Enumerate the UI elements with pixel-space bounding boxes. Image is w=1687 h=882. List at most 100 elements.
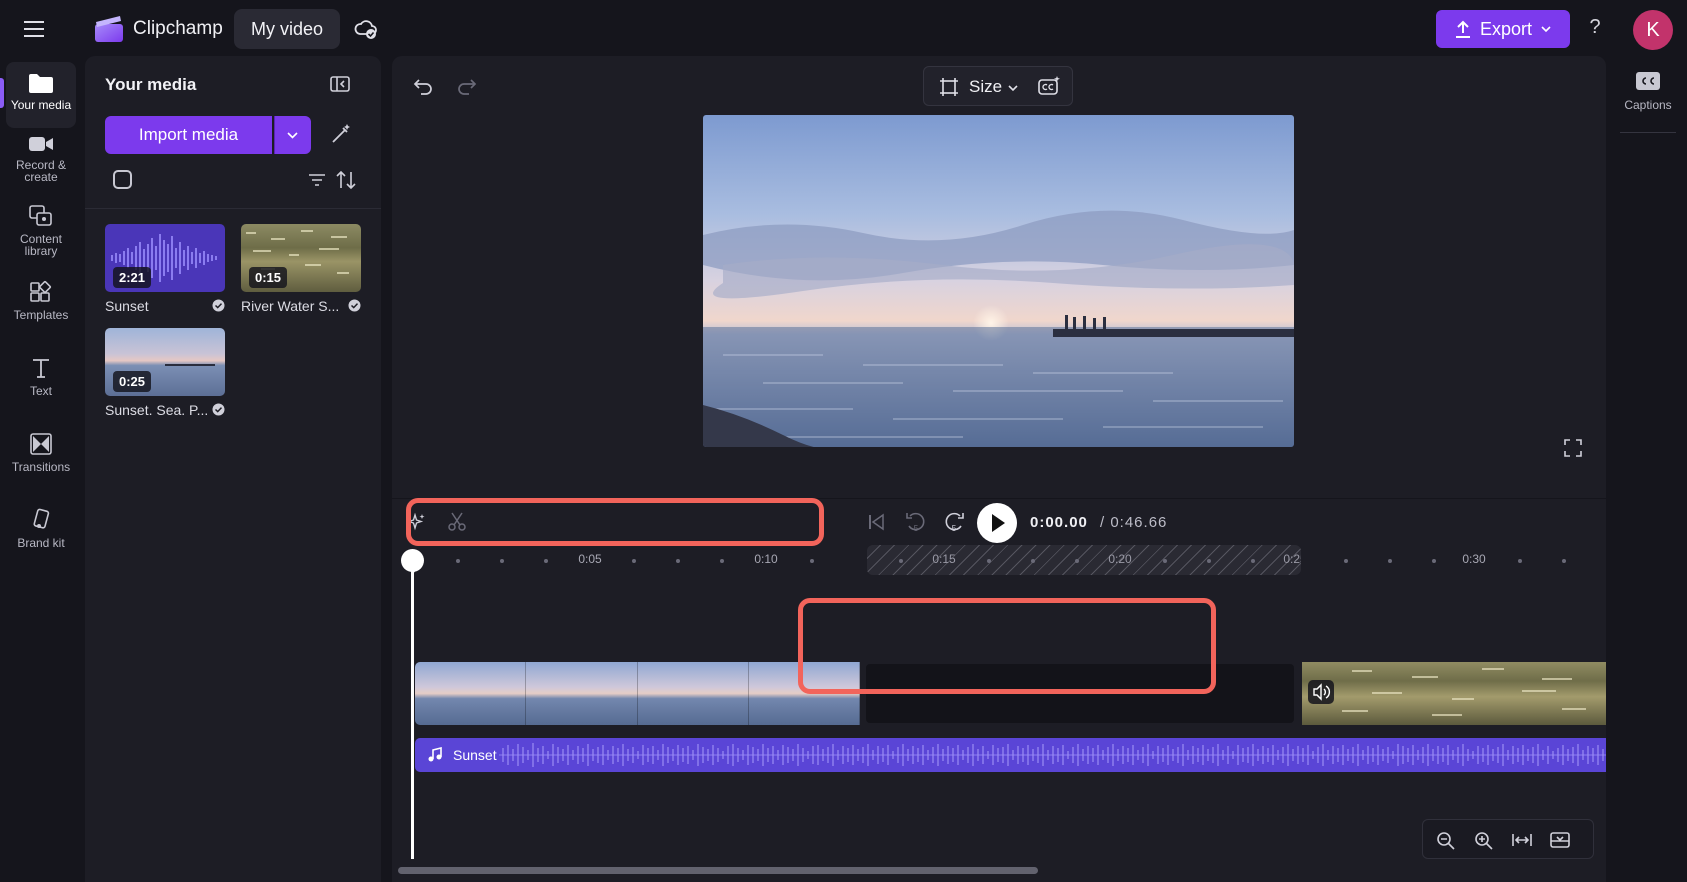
video-preview[interactable] [703,115,1294,447]
captions-button[interactable]: Captions [1622,70,1674,112]
rail-label: Brand kit [17,536,65,550]
text-icon [33,359,49,378]
fit-to-timeline-icon[interactable] [1511,830,1533,850]
rail-item-brand-kit[interactable]: Brand kit [6,508,76,549]
add-captions-icon[interactable] [1037,75,1061,97]
total-time: / 0:46.66 [1100,514,1168,531]
media-item-sunset-audio[interactable]: 2:21 Sunset [105,224,225,314]
tick [987,559,991,563]
playhead-line [411,559,414,859]
hamburger-menu-icon[interactable] [22,18,50,40]
audio-waveform [499,743,1606,767]
active-indicator [0,78,4,108]
chevron-down-icon [274,116,298,154]
check-circle-icon [348,299,361,312]
media-name: Sunset. Sea. P... [105,402,209,418]
video-clip-river-water[interactable] [1302,662,1606,725]
size-label: Size [969,77,1003,96]
svg-text:5: 5 [952,524,957,533]
top-bar: Clipchamp My video Export ? K [0,0,1687,58]
forward-5s-icon[interactable]: 5 [942,510,966,534]
help-icon[interactable]: ? [1586,16,1604,39]
import-dropdown-button[interactable] [274,116,311,154]
tick-label: 0:30 [1462,552,1486,566]
rail-label: Text [29,384,52,398]
rail-label: Transitions [11,460,71,474]
tick-label: 0:10 [754,552,778,566]
duration-badge: 0:15 [249,267,288,288]
video-title-field[interactable]: My video [234,9,341,49]
avatar[interactable]: K [1633,10,1673,50]
filter-icon[interactable] [307,172,327,188]
left-rail: Your media Record & create Content libra… [0,58,82,882]
play-icon [992,514,1005,532]
cloud-saved-icon[interactable] [353,16,379,42]
tick [899,559,903,563]
skip-to-start-icon[interactable] [866,512,886,532]
audio-thumbnail: 2:21 [105,224,225,292]
rail-item-templates[interactable]: Templates [6,280,76,321]
scissors-icon[interactable] [448,512,466,532]
audio-track-sunset[interactable]: Sunset [415,738,1606,772]
rail-item-text[interactable]: Text [6,356,76,397]
fullscreen-icon[interactable] [1564,439,1582,457]
clipchamp-logo-icon [93,15,125,43]
sort-icon[interactable] [335,169,357,191]
select-all-checkbox[interactable] [113,170,132,189]
rail-label: Templates [13,308,69,322]
size-button[interactable]: Size [969,77,1019,97]
import-media-button[interactable]: Import media [105,116,272,154]
rail-label: Content library [19,232,63,258]
tick [1518,559,1522,563]
redo-icon[interactable] [455,75,477,97]
rail-item-record-create[interactable]: Record & create [6,134,76,183]
tick [500,559,504,563]
size-toolbar: Size [923,66,1073,106]
media-panel: Your media Import media 2:21 Sunset 0:15… [85,56,381,882]
tick [1388,559,1392,563]
collapse-panel-icon[interactable] [329,74,351,94]
play-button[interactable] [977,503,1017,543]
upload-icon [1455,20,1470,38]
undo-icon[interactable] [413,75,435,97]
tick [1075,559,1079,563]
clip-frame [415,662,527,725]
tick-label: 0:05 [578,552,602,566]
rail-item-content-library[interactable]: Content library [6,204,76,257]
rail-item-transitions[interactable]: Transitions [6,432,76,473]
tick [720,559,724,563]
duration-badge: 0:25 [113,371,152,392]
check-circle-icon [212,299,225,312]
media-item-sunset-sea[interactable]: 0:25 Sunset. Sea. P... [105,328,225,418]
rail-item-your-media[interactable]: Your media [6,62,76,128]
ai-sparkle-icon[interactable] [407,512,427,532]
playhead-handle[interactable] [401,549,424,574]
zoom-out-icon[interactable] [1435,830,1457,850]
timeline: 5 5 0:00.00 / 0:46.66 0:05 0:10 0:30 0:1… [392,498,1606,882]
tick [632,559,636,563]
tick-label: 0:25 [1283,552,1301,566]
export-button[interactable]: Export [1436,10,1570,48]
timeline-gap[interactable] [866,664,1294,723]
expand-timeline-icon[interactable] [1549,830,1571,850]
panel-title: Your media [105,75,197,94]
preview-area: Size [392,56,1606,498]
magic-wand-icon[interactable] [329,122,353,146]
horizontal-scrollbar[interactable] [398,867,1038,874]
zoom-in-icon[interactable] [1473,830,1495,850]
media-item-river-water[interactable]: 0:15 River Water S... [241,224,361,314]
zoom-controls [1422,819,1594,859]
video-clip-sunset-sea[interactable] [415,662,860,725]
export-label: Export [1479,18,1533,39]
folder-icon [29,74,53,93]
camera-icon [29,137,53,151]
rewind-5s-icon[interactable]: 5 [904,510,928,534]
tick [1163,559,1167,563]
gap-ruler-segment: 0:15 0:20 0:25 [867,545,1301,575]
rail-label: Your media [10,98,72,112]
tick-label: 0:20 [1108,552,1132,566]
speaker-icon[interactable] [1308,680,1334,704]
transitions-icon [30,433,52,455]
tick [810,559,814,563]
tick [1031,559,1035,563]
